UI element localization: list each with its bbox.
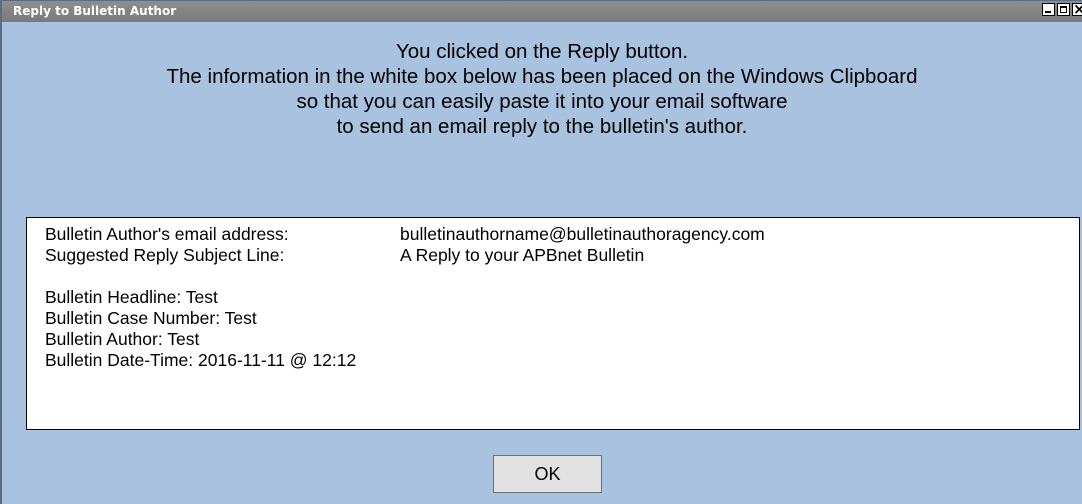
message-line-1: You clicked on the Reply button.	[395, 40, 689, 63]
message-line-3: so that you can easily paste it into you…	[296, 90, 788, 113]
reply-dialog: Reply to Bulletin Author You clicked on …	[0, 0, 1082, 504]
email-row: Bulletin Author's email address: bulletin…	[45, 224, 1079, 245]
minimize-icon[interactable]	[1042, 3, 1055, 16]
headline-line: Bulletin Headline: Test	[45, 287, 218, 307]
datetime-line: Bulletin Date-Time: 2016-11-11 @ 12:12	[45, 350, 357, 370]
clipboard-info-box[interactable]: Bulletin Author's email address: bulletin…	[26, 217, 1080, 430]
case-number-line: Bulletin Case Number: Test	[45, 308, 257, 328]
ok-button[interactable]: OK	[493, 455, 602, 493]
email-value: bulletinauthorname@bulletinauthoragency.…	[400, 224, 765, 244]
window-title: Reply to Bulletin Author	[13, 4, 177, 18]
author-line: Bulletin Author: Test	[45, 329, 200, 349]
title-bar[interactable]: Reply to Bulletin Author	[2, 1, 1082, 22]
message-line-4: to send an email reply to the bulletin's…	[336, 115, 748, 138]
email-label: Bulletin Author's email address:	[45, 224, 289, 244]
subject-value: A Reply to your APBnet Bulletin	[400, 245, 645, 265]
close-icon[interactable]	[1072, 3, 1082, 16]
maximize-icon[interactable]	[1057, 3, 1070, 16]
instruction-message: You clicked on the Reply button. The inf…	[2, 39, 1082, 139]
message-line-2: The information in the white box below h…	[166, 65, 918, 88]
window-controls	[1040, 3, 1082, 16]
subject-label: Suggested Reply Subject Line:	[45, 245, 285, 265]
subject-row: Suggested Reply Subject Line: A Reply to …	[45, 245, 1079, 266]
